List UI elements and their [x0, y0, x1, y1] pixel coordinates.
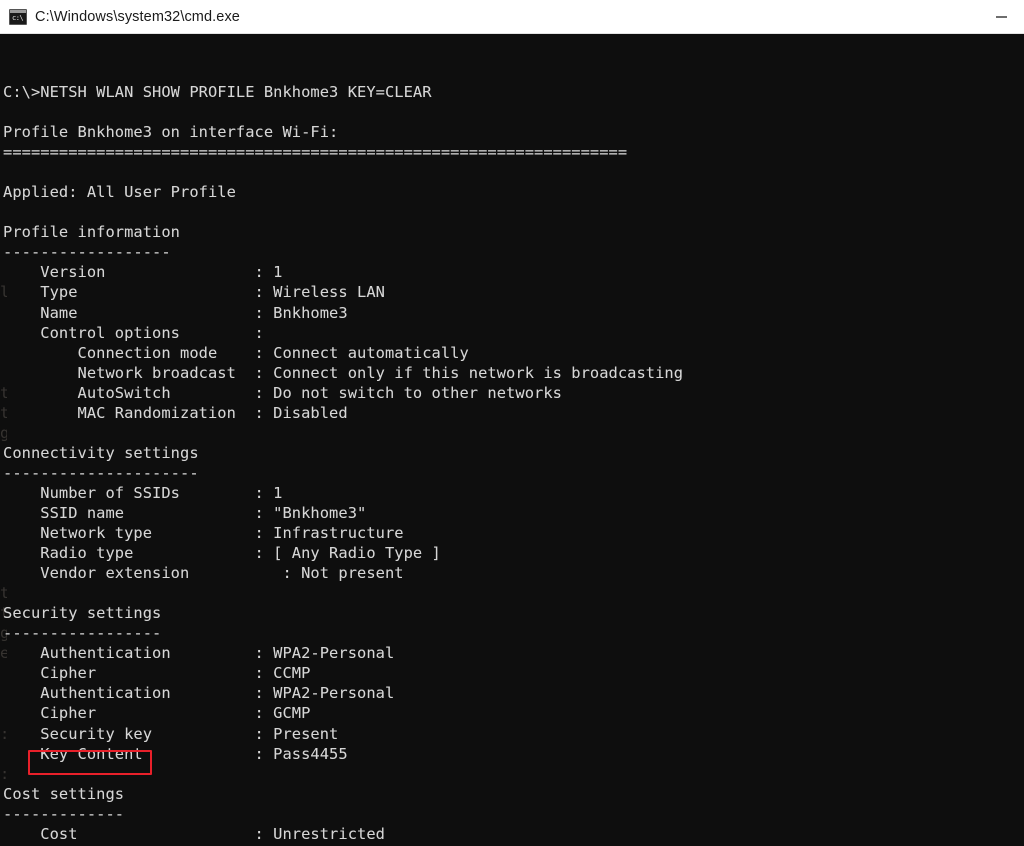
window-title: C:\Windows\system32\cmd.exe — [35, 8, 240, 25]
minimize-button[interactable] — [978, 0, 1024, 33]
titlebar-left-group: C:\Windows\system32\cmd.exe — [0, 8, 240, 25]
window-titlebar[interactable]: C:\Windows\system32\cmd.exe — [0, 0, 1024, 34]
cmd-window: C:\Windows\system32\cmd.exe l t t g t t … — [0, 0, 1024, 846]
console-text: C:\>NETSH WLAN SHOW PROFILE Bnkhome3 KEY… — [3, 83, 684, 846]
cmd-app-icon — [9, 8, 27, 25]
window-controls — [978, 0, 1024, 33]
minimize-icon — [995, 15, 1007, 18]
console-output-area[interactable]: l t t g t t g e : : C:\>NETSH WLAN SHOW … — [0, 34, 1024, 846]
